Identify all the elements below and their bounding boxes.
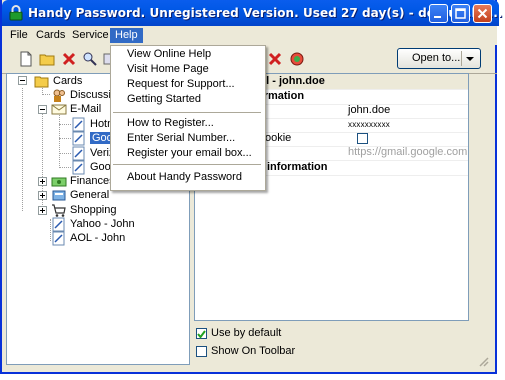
generator-icon[interactable] bbox=[289, 51, 305, 67]
menu-file[interactable]: File bbox=[5, 28, 33, 43]
card-pen-icon bbox=[71, 117, 87, 132]
minimize-icon bbox=[434, 16, 441, 18]
delete-icon[interactable] bbox=[61, 51, 77, 67]
envelope-icon bbox=[51, 102, 67, 117]
menu-bar: File Cards Service Help bbox=[2, 26, 497, 45]
menu-help[interactable]: Help bbox=[110, 28, 143, 43]
menu-cards[interactable]: Cards bbox=[31, 28, 70, 43]
card-pen-icon bbox=[71, 146, 87, 161]
new-card-icon[interactable] bbox=[18, 51, 34, 67]
menu-item-request-support[interactable]: Request for Support... bbox=[127, 77, 235, 91]
card-pen-icon bbox=[51, 231, 67, 246]
menu-item-view-online-help[interactable]: View Online Help bbox=[127, 47, 211, 61]
expand-toggle-finances[interactable] bbox=[38, 177, 47, 186]
card-title: ail - john.doe bbox=[257, 75, 325, 87]
tree-node-general[interactable]: General bbox=[51, 188, 109, 203]
card-pen-icon bbox=[51, 217, 67, 232]
open-to-separator bbox=[461, 51, 462, 66]
lock-icon bbox=[9, 5, 23, 21]
maximize-button[interactable] bbox=[451, 4, 470, 23]
menu-item-register-email[interactable]: Register your email box... bbox=[127, 146, 252, 160]
open-to-button[interactable]: Open to... bbox=[397, 48, 481, 69]
minimize-button[interactable] bbox=[429, 4, 448, 23]
general-icon bbox=[51, 188, 67, 203]
tree-node-cards[interactable]: Cards bbox=[34, 74, 82, 89]
card-pen-icon bbox=[71, 131, 87, 146]
use-by-default-checkbox[interactable] bbox=[196, 328, 207, 339]
card-pen-icon bbox=[71, 160, 87, 175]
close-button[interactable] bbox=[473, 4, 492, 23]
tree-node-finances[interactable]: Finances bbox=[51, 174, 115, 189]
menu-item-about[interactable]: About Handy Password bbox=[127, 170, 242, 184]
people-icon bbox=[51, 88, 67, 103]
folder-open-icon bbox=[34, 74, 50, 89]
expand-toggle-general[interactable] bbox=[38, 191, 47, 200]
show-on-toolbar-checkbox[interactable] bbox=[196, 346, 207, 357]
new-folder-icon[interactable] bbox=[39, 51, 55, 67]
tree-node-email-3[interactable]: Veriz bbox=[71, 146, 114, 161]
shopping-cart-icon bbox=[51, 203, 67, 218]
delete-field-icon[interactable] bbox=[267, 51, 283, 67]
checkmark-icon bbox=[197, 330, 206, 339]
cookie-checkbox[interactable] bbox=[357, 133, 368, 144]
expand-toggle-cards[interactable] bbox=[18, 76, 27, 85]
title-bar[interactable]: Handy Password. Unregistered Version. Us… bbox=[2, 0, 502, 26]
menu-item-enter-serial[interactable]: Enter Serial Number... bbox=[127, 131, 235, 145]
menu-item-how-to-register[interactable]: How to Register... bbox=[127, 116, 214, 130]
open-to-label: Open to... bbox=[412, 52, 461, 64]
expand-toggle-email[interactable] bbox=[38, 105, 47, 114]
url-value[interactable]: https://gmail.google.com bbox=[348, 145, 467, 160]
menu-service[interactable]: Service bbox=[67, 28, 114, 43]
help-dropdown-menu: View Online Help Visit Home Page Request… bbox=[110, 45, 266, 191]
menu-item-visit-home-page[interactable]: Visit Home Page bbox=[127, 62, 209, 76]
tree-node-email[interactable]: E-Mail bbox=[51, 102, 101, 117]
chevron-down-icon[interactable] bbox=[466, 57, 474, 61]
money-icon bbox=[51, 174, 67, 189]
username-value[interactable]: john.doe bbox=[348, 103, 390, 118]
tree-node-discussions[interactable]: Discussio bbox=[51, 88, 117, 103]
maximize-icon bbox=[455, 8, 466, 19]
tree-node-aol[interactable]: AOL - John bbox=[51, 231, 125, 246]
find-icon[interactable] bbox=[82, 51, 98, 67]
resize-grip-icon[interactable] bbox=[477, 355, 489, 367]
menu-separator bbox=[113, 112, 261, 113]
password-value[interactable]: xxxxxxxxxx bbox=[348, 117, 390, 132]
tree-node-shopping[interactable]: Shopping bbox=[51, 203, 117, 218]
close-icon bbox=[477, 8, 488, 19]
tree-node-yahoo[interactable]: Yahoo - John bbox=[51, 217, 135, 232]
menu-separator bbox=[113, 164, 261, 165]
expand-toggle-shopping[interactable] bbox=[38, 206, 47, 215]
menu-item-getting-started[interactable]: Getting Started bbox=[127, 92, 201, 106]
